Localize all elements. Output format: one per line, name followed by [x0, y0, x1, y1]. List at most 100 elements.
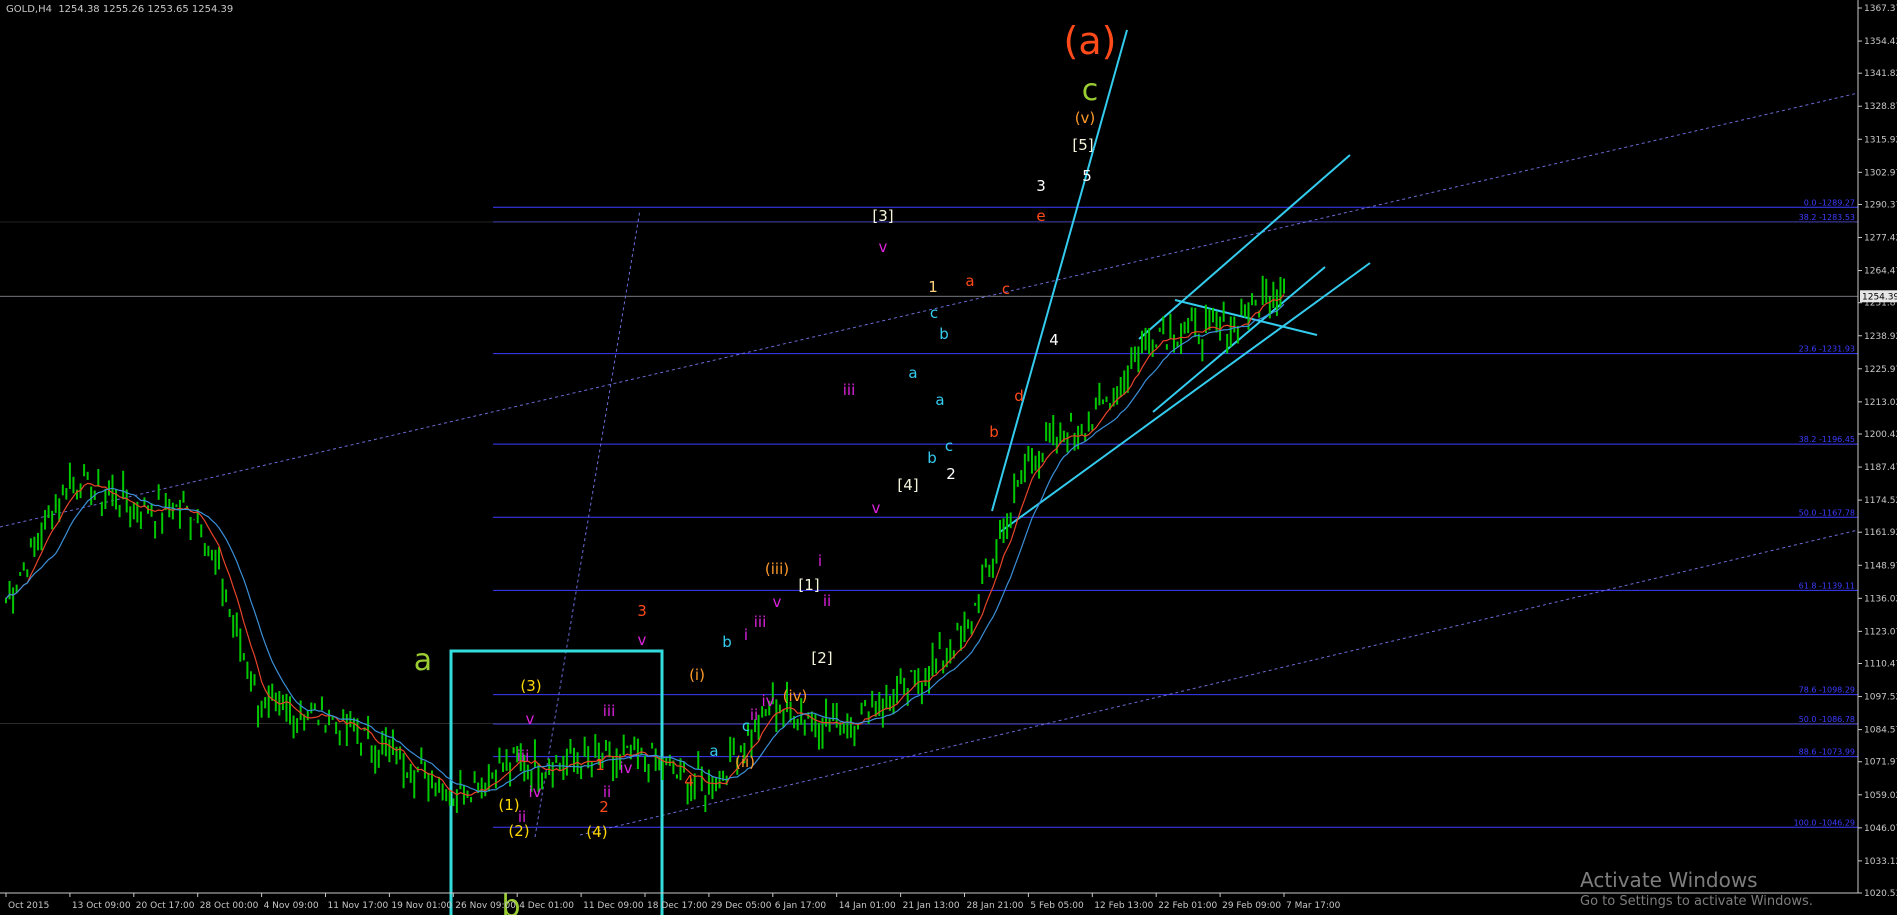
y-tick-label: 1238.92: [1864, 332, 1897, 342]
wave-label: [4]: [897, 476, 918, 494]
wave-label: b: [989, 423, 999, 441]
wave-label: (2): [508, 822, 529, 840]
wave-label: e: [1036, 207, 1045, 225]
wave-label: b: [927, 449, 937, 467]
y-tick-label: 1174.52: [1864, 496, 1897, 506]
wave-label: 4: [684, 772, 694, 790]
wave-label: 5: [1082, 167, 1092, 185]
activate-windows-title: Activate Windows: [1580, 868, 1758, 892]
y-tick-label: 1367.37: [1864, 4, 1897, 14]
y-tick-label: 1213.02: [1864, 398, 1897, 408]
wave-label: v: [773, 593, 782, 611]
fib-label: 50.0 -1167.78: [1799, 508, 1855, 517]
chart-symbol: GOLD,H4: [6, 4, 52, 15]
wave-label: i: [818, 552, 822, 570]
x-tick-label: Oct 2015: [8, 901, 49, 911]
wave-label: c: [742, 717, 750, 735]
wave-label: c: [1082, 73, 1099, 108]
wave-label: 1: [595, 756, 605, 774]
wave-label: a: [965, 272, 974, 290]
y-tick-label: 1033.12: [1864, 857, 1897, 867]
x-tick-label: 20 Oct 17:00: [136, 901, 195, 911]
fib-label: 0.0 -1289.27: [1804, 198, 1855, 207]
wave-label: v: [638, 631, 647, 649]
wave-label: 3: [1036, 177, 1046, 195]
x-tick-label: 26 Nov 09:00: [455, 901, 516, 911]
chart-svg[interactable]: 0.0 -1289.27 38.2 -1283.53 23.6 -1231.93 38…: [0, 0, 1897, 915]
wave-label: iv: [528, 783, 541, 801]
wave-label: (i): [689, 666, 705, 684]
wave-label: i: [744, 626, 748, 644]
y-tick-label: 1264.47: [1864, 267, 1897, 277]
wave-label: 1: [928, 278, 938, 296]
x-tick-label: 6 Jan 17:00: [775, 901, 827, 911]
wave-label: [1]: [798, 576, 819, 594]
wave-label: b: [939, 325, 949, 343]
fib-label: 38.2 -1283.53: [1799, 213, 1855, 222]
wave-label: a: [414, 643, 432, 678]
wave-label: c: [1002, 280, 1010, 298]
y-tick-label: 1315.92: [1864, 135, 1897, 145]
y-tick-label: 1046.07: [1864, 824, 1897, 834]
wave-label: [5]: [1072, 136, 1093, 154]
wave-label: c: [930, 304, 938, 322]
wave-label: ii: [750, 706, 758, 724]
y-tick-label: 1328.87: [1864, 102, 1897, 112]
wave-label: iii: [754, 613, 767, 631]
x-tick-label: 5 Feb 05:00: [1030, 901, 1084, 911]
wave-label: iii: [517, 747, 530, 765]
wave-label: (iii): [765, 560, 789, 578]
x-tick-label: 28 Oct 00:00: [200, 901, 259, 911]
current-price-label: 1254.39: [1862, 292, 1897, 302]
fib-label: 23.6 -1231.93: [1799, 345, 1855, 354]
fib-label: 38.2 -1196.45: [1799, 435, 1855, 444]
wave-label: v: [879, 238, 888, 256]
chart-ohlc: 1254.38 1255.26 1253.65 1254.39: [58, 4, 234, 15]
y-tick-label: 1354.42: [1864, 37, 1897, 47]
x-tick-label: 4 Dec 01:00: [519, 901, 574, 911]
x-tick-label: 13 Oct 09:00: [72, 901, 131, 911]
fib-label: 100.0 -1046.29: [1794, 818, 1855, 827]
y-tick-label: 1277.42: [1864, 234, 1897, 244]
y-tick-label: 1097.52: [1864, 693, 1897, 703]
x-tick-label: 28 Jan 21:00: [967, 901, 1024, 911]
x-tick-label: 7 Mar 17:00: [1286, 901, 1341, 911]
wave-label: d: [1014, 387, 1024, 405]
wave-label: 3: [637, 602, 647, 620]
x-tick-label: 14 Jan 01:00: [839, 901, 896, 911]
y-tick-label: 1110.47: [1864, 660, 1897, 670]
fib-label: 50.0 -1086.78: [1799, 715, 1855, 724]
wave-label: (iv): [783, 687, 808, 705]
wave-label: 2: [946, 465, 956, 483]
fib-label: 78.6 -1098.29: [1799, 686, 1855, 695]
y-tick-label: 1290.37: [1864, 200, 1897, 210]
y-tick-label: 1084.57: [1864, 726, 1897, 736]
chart-background: [0, 0, 1897, 915]
wave-label: ii: [823, 592, 831, 610]
wave-label: (3): [520, 677, 541, 695]
x-tick-label: 11 Dec 09:00: [583, 901, 644, 911]
x-tick-label: 29 Dec 05:00: [711, 901, 772, 911]
wave-label: v: [872, 499, 881, 517]
wave-label: (4): [586, 823, 607, 841]
x-tick-label: 4 Nov 09:00: [264, 901, 319, 911]
activate-windows-subtitle: Go to Settings to activate Windows.: [1580, 894, 1813, 909]
y-tick-label: 1161.92: [1864, 528, 1897, 538]
y-tick-label: 1225.97: [1864, 365, 1897, 375]
wave-label: v: [526, 710, 535, 728]
wave-label: iii: [843, 381, 856, 399]
y-tick-label: 1187.47: [1864, 463, 1897, 473]
x-tick-label: 11 Nov 17:00: [328, 901, 389, 911]
wave-label: (v): [1075, 109, 1096, 127]
y-tick-label: 1148.97: [1864, 561, 1897, 571]
chart-header: GOLD,H4 1254.38 1255.26 1253.65 1254.39: [6, 4, 233, 15]
wave-label: 4: [1049, 331, 1059, 349]
y-tick-label: 1059.02: [1864, 791, 1897, 801]
wave-label: (1): [498, 796, 519, 814]
wave-label: a: [908, 364, 917, 382]
x-tick-label: 18 Dec 17:00: [647, 901, 708, 911]
wave-label: iii: [603, 702, 616, 720]
y-tick-label: 1302.97: [1864, 168, 1897, 178]
wave-label: 2: [599, 798, 609, 816]
x-tick-label: 21 Jan 13:00: [903, 901, 960, 911]
